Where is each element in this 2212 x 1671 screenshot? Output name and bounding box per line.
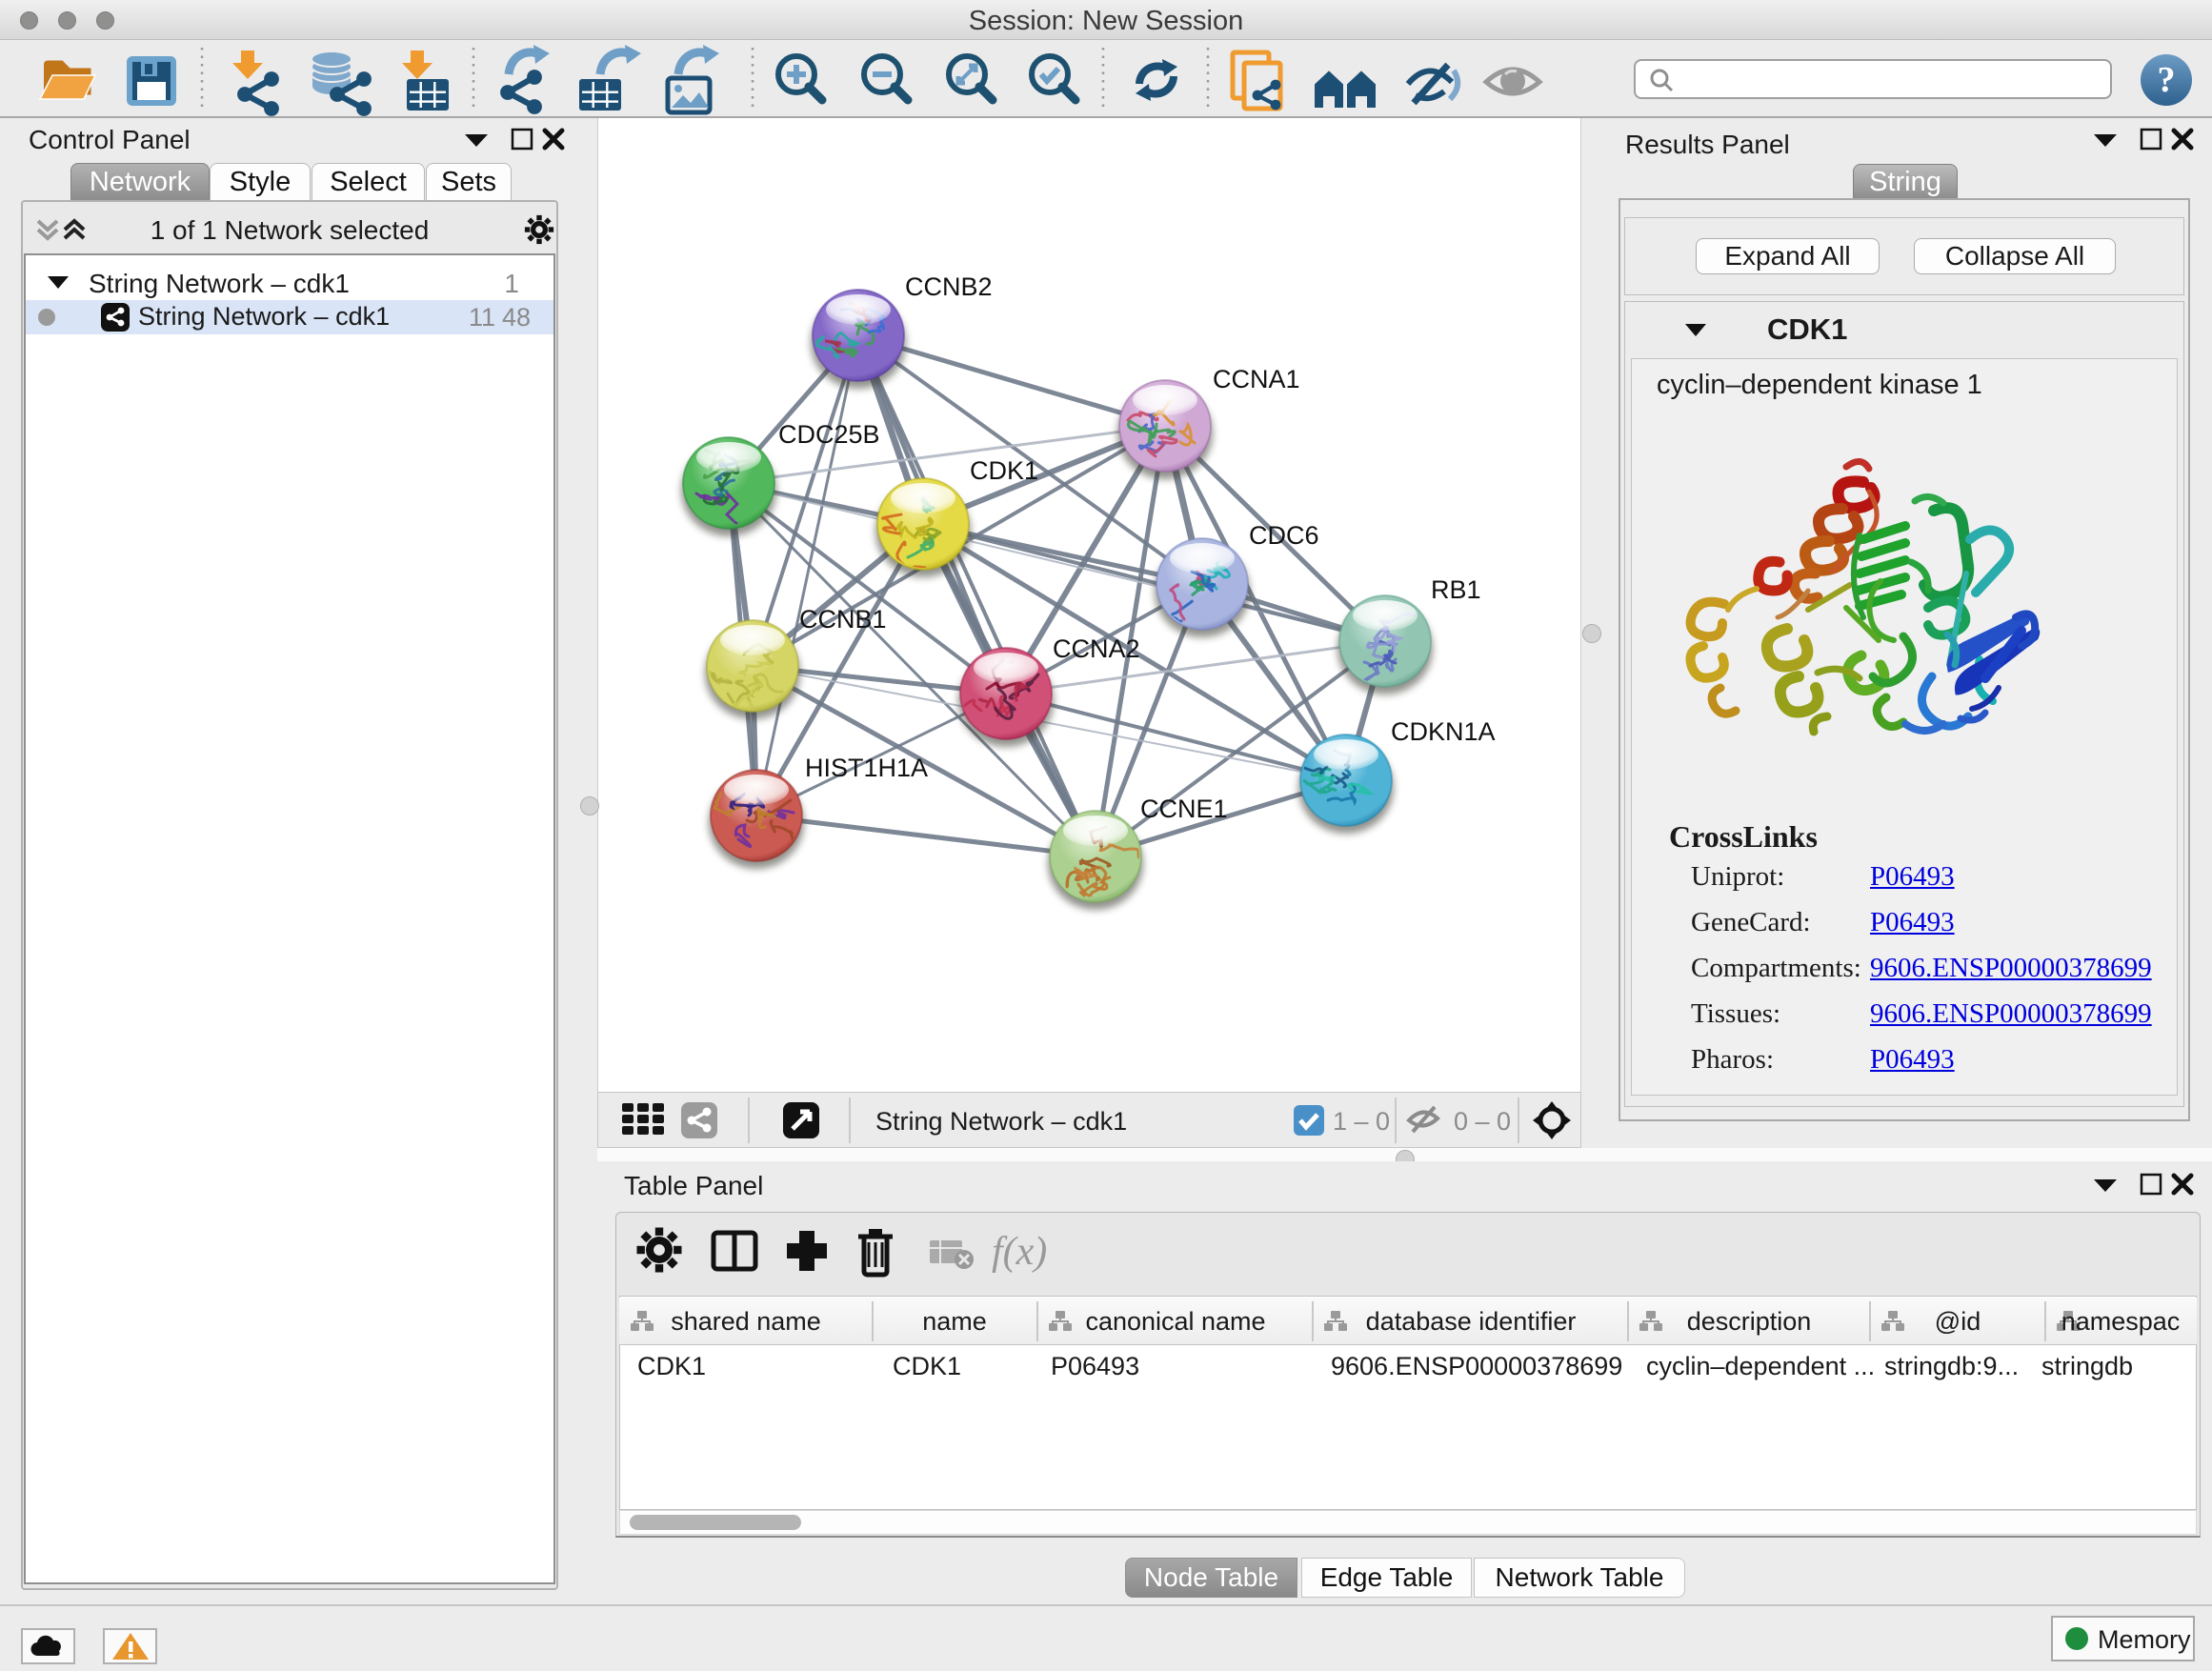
svg-text:CDKN1A: CDKN1A xyxy=(1391,717,1496,746)
svg-text:RB1: RB1 xyxy=(1431,575,1481,604)
svg-text:name: name xyxy=(922,1307,987,1336)
svg-text:CCNA1: CCNA1 xyxy=(1213,365,1300,393)
svg-text:CDC6: CDC6 xyxy=(1249,521,1319,550)
svg-text:String Network – cdk1: String Network – cdk1 xyxy=(875,1107,1127,1136)
svg-text:CCNB2: CCNB2 xyxy=(905,272,993,301)
svg-text:description: description xyxy=(1687,1307,1812,1336)
svg-text:database identifier: database identifier xyxy=(1366,1307,1577,1336)
svg-text:CCNE1: CCNE1 xyxy=(1140,795,1228,823)
svg-text:1 – 0: 1 – 0 xyxy=(1333,1107,1390,1136)
svg-text:CDK1: CDK1 xyxy=(970,456,1038,485)
svg-text:shared name: shared name xyxy=(671,1307,821,1336)
svg-text:CDC25B: CDC25B xyxy=(778,420,880,449)
svg-text:CCNB1: CCNB1 xyxy=(799,605,887,634)
svg-text:0 – 0: 0 – 0 xyxy=(1454,1107,1511,1136)
svg-text:canonical name: canonical name xyxy=(1085,1307,1265,1336)
svg-text:@id: @id xyxy=(1935,1307,1981,1336)
svg-text:HIST1H1A: HIST1H1A xyxy=(805,754,928,782)
svg-text:CCNA2: CCNA2 xyxy=(1053,634,1140,663)
svg-text:namespac: namespac xyxy=(2061,1307,2181,1336)
svg-text:f(x): f(x) xyxy=(992,1230,1047,1274)
svg-text:?: ? xyxy=(2158,60,2176,100)
